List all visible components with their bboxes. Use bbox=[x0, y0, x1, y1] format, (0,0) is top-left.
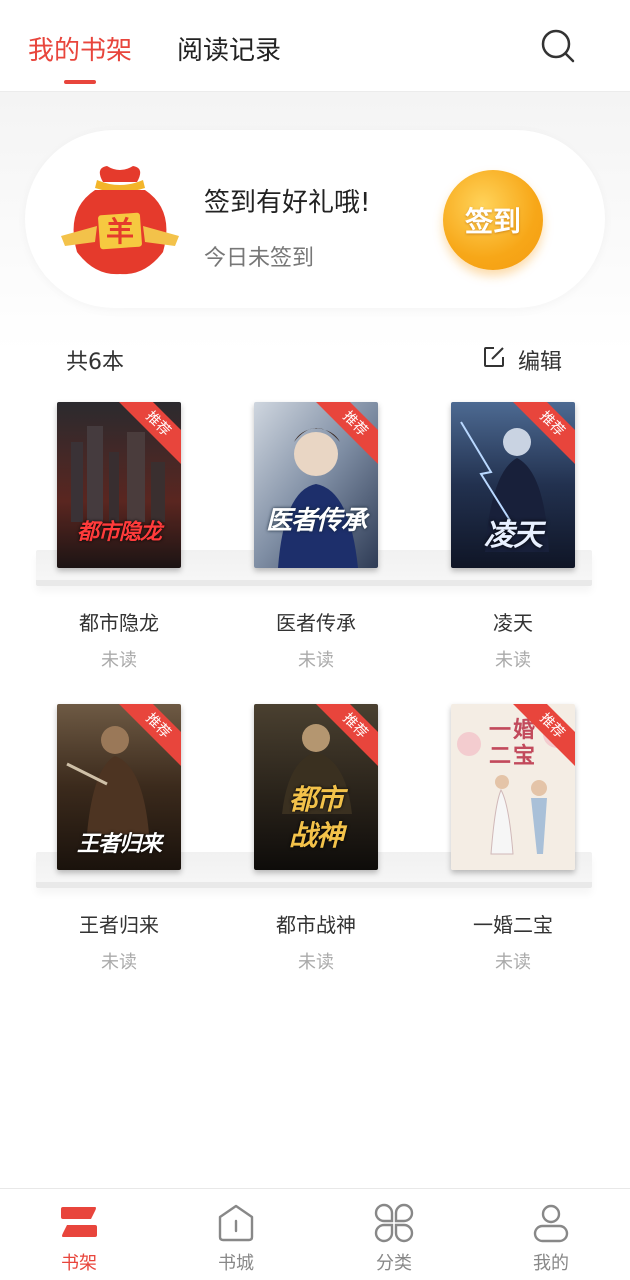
signin-title: 签到有好礼哦! bbox=[204, 188, 371, 218]
lucky-bag-icon: 羊 bbox=[61, 166, 179, 275]
book-title[interactable]: 医者传承 bbox=[236, 607, 396, 636]
category-icon bbox=[374, 1203, 414, 1243]
read-status: 未读 bbox=[101, 650, 137, 671]
cover-title: 王者归来 bbox=[76, 832, 162, 857]
edit-button[interactable]: 编辑 bbox=[518, 344, 562, 376]
bottom-nav: 书架 书城 分类 我的 bbox=[0, 1188, 630, 1280]
tab-reading-history[interactable]: 阅读记录 bbox=[177, 30, 281, 67]
cover-title: 都市隐龙 bbox=[76, 520, 162, 545]
read-status: 未读 bbox=[298, 650, 334, 671]
book-cover[interactable]: 都市隐龙 推荐 bbox=[57, 402, 181, 568]
nav-category[interactable]: 分类 bbox=[334, 1197, 454, 1277]
profile-icon bbox=[533, 1204, 569, 1243]
book-title[interactable]: 王者归来 bbox=[39, 909, 199, 938]
tab-my-bookshelf[interactable]: 我的书架 bbox=[28, 30, 132, 67]
book-title[interactable]: 凌天 bbox=[433, 607, 593, 636]
signin-button[interactable]: 签到 bbox=[443, 170, 543, 270]
search-icon[interactable] bbox=[538, 26, 578, 66]
book-cover[interactable]: 一婚二宝 推荐 bbox=[451, 704, 575, 870]
nav-bookshelf[interactable]: 书架 bbox=[19, 1197, 139, 1277]
book-title[interactable]: 都市隐龙 bbox=[39, 607, 199, 636]
cover-title: 医者传承 bbox=[265, 506, 367, 536]
nav-profile[interactable]: 我的 bbox=[491, 1197, 611, 1277]
read-status: 未读 bbox=[298, 952, 334, 973]
bookstore-icon bbox=[218, 1204, 254, 1242]
book-title[interactable]: 都市战神 bbox=[236, 909, 396, 938]
cover-title: 都市战神 bbox=[288, 783, 344, 852]
cover-title: 凌天 bbox=[484, 518, 543, 553]
read-status: 未读 bbox=[495, 650, 531, 671]
nav-label: 分类 bbox=[376, 1253, 412, 1274]
edit-icon[interactable] bbox=[482, 345, 506, 369]
book-cover[interactable]: 医者传承 推荐 bbox=[254, 402, 378, 568]
book-cover[interactable]: 凌天 推荐 bbox=[451, 402, 575, 568]
nav-label: 我的 bbox=[533, 1253, 569, 1274]
book-count: 共6本 bbox=[66, 350, 124, 375]
book-title[interactable]: 一婚二宝 bbox=[433, 909, 593, 938]
nav-label: 书架 bbox=[61, 1253, 97, 1274]
nav-bookstore[interactable]: 书城 bbox=[176, 1197, 296, 1277]
bookshelf-icon bbox=[61, 1207, 97, 1237]
top-header: 我的书架 阅读记录 bbox=[0, 0, 630, 92]
active-tab-indicator bbox=[64, 80, 96, 84]
book-cover[interactable]: 王者归来 推荐 bbox=[57, 704, 181, 870]
signin-status: 今日未签到 bbox=[204, 246, 315, 271]
read-status: 未读 bbox=[101, 952, 137, 973]
bag-character: 羊 bbox=[106, 215, 134, 248]
book-cover[interactable]: 都市战神 推荐 bbox=[254, 704, 378, 870]
nav-label: 书城 bbox=[218, 1253, 254, 1274]
read-status: 未读 bbox=[495, 952, 531, 973]
